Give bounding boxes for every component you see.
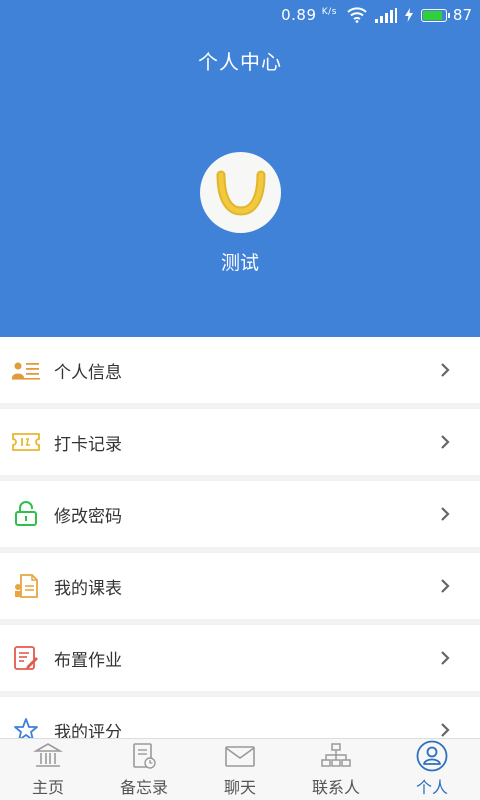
menu-item-my-schedule[interactable]: 我的课表 [0, 553, 480, 619]
tab-chat[interactable]: 聊天 [192, 739, 288, 800]
network-speed: 0.89 K/s [281, 6, 337, 24]
org-chart-icon [320, 739, 352, 772]
menu-list: 个人信息 打卡记录 修改密码 我的课表 布置作业 我的评分 [0, 337, 480, 769]
smiley-icon [216, 170, 265, 216]
mail-icon [224, 739, 256, 772]
battery-icon [420, 8, 450, 22]
ticket-icon [12, 428, 40, 456]
menu-item-label: 打卡记录 [54, 434, 122, 455]
chevron-right-icon [441, 435, 450, 449]
tab-home[interactable]: 主页 [0, 739, 96, 800]
edit-note-icon [12, 644, 40, 672]
bottom-tab-bar: 主页 备忘录 聊天 联系人 个人 [0, 738, 480, 800]
memo-icon [129, 739, 159, 772]
tab-profile[interactable]: 个人 [384, 739, 480, 800]
chevron-right-icon [441, 363, 450, 377]
tab-contacts[interactable]: 联系人 [288, 739, 384, 800]
chevron-right-icon [441, 579, 450, 593]
tab-label: 个人 [415, 778, 448, 797]
charging-icon [404, 8, 413, 22]
menu-item-change-password[interactable]: 修改密码 [0, 481, 480, 547]
menu-item-label: 修改密码 [54, 506, 122, 527]
lock-icon [12, 500, 40, 528]
status-bar: 0.89 K/s 87 [0, 0, 480, 30]
profile-header: 个人中心 测试 [0, 0, 480, 337]
schedule-icon [12, 572, 40, 600]
id-card-icon [12, 356, 40, 384]
menu-item-assign-homework[interactable]: 布置作业 [0, 625, 480, 691]
tab-label: 联系人 [311, 778, 360, 797]
chevron-right-icon [441, 651, 450, 665]
battery-level: 87 [452, 6, 472, 24]
menu-item-clock-in-record[interactable]: 打卡记录 [0, 409, 480, 475]
username: 测试 [220, 252, 259, 274]
signal-icon [374, 7, 397, 23]
page-title: 个人中心 [198, 50, 282, 74]
chevron-right-icon [441, 507, 450, 521]
user-icon [416, 739, 448, 772]
menu-item-label: 我的课表 [54, 578, 122, 599]
tab-memo[interactable]: 备忘录 [96, 739, 192, 800]
wifi-icon [347, 7, 367, 23]
menu-item-label: 个人信息 [54, 362, 122, 383]
tab-label: 备忘录 [119, 778, 168, 797]
menu-item-personal-info[interactable]: 个人信息 [0, 337, 480, 403]
bank-icon [33, 739, 63, 772]
menu-item-label: 布置作业 [54, 650, 122, 671]
avatar[interactable] [200, 152, 281, 233]
tab-label: 聊天 [223, 778, 256, 797]
battery-indicator: 87 [420, 6, 472, 24]
chevron-right-icon [441, 723, 450, 737]
battery-fill [422, 10, 442, 20]
tab-label: 主页 [31, 778, 64, 797]
